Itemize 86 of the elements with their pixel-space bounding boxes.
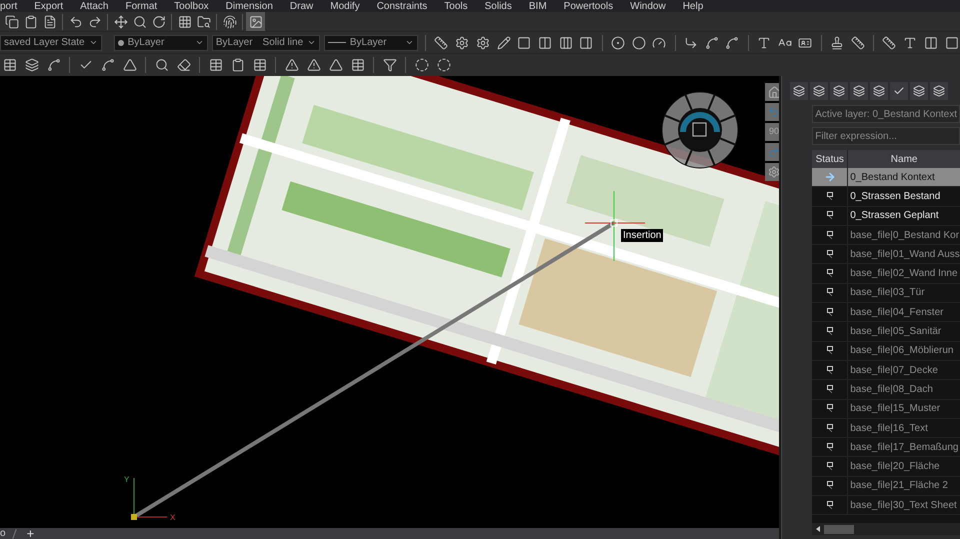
rotate-right-icon[interactable] bbox=[765, 143, 780, 161]
scroll-left-icon[interactable] bbox=[814, 526, 820, 532]
layer-name: base_file|02_Wand Inne bbox=[849, 267, 958, 282]
menu-item[interactable]: Toolbox bbox=[174, 0, 209, 12]
layer-row[interactable]: base_file|30_Text Sheet bbox=[812, 496, 960, 516]
layer-icon[interactable] bbox=[910, 82, 928, 100]
layer-row[interactable]: base_file|07_Decke bbox=[812, 360, 960, 380]
layer-row[interactable]: base_file|15_Muster bbox=[812, 400, 960, 419]
layer-name: base_file|0_Bestand Kor bbox=[849, 228, 960, 243]
menu-item[interactable]: Constraints bbox=[376, 0, 428, 12]
layer-icon[interactable] bbox=[830, 82, 848, 100]
ucs-axis-icon bbox=[131, 478, 168, 520]
caret-icon bbox=[307, 38, 316, 47]
layer-icon[interactable] bbox=[930, 82, 948, 100]
add-tab-button[interactable]: + bbox=[22, 528, 38, 538]
layer-icon[interactable] bbox=[870, 82, 888, 100]
layer-row[interactable]: base_file|08_Dach bbox=[812, 380, 960, 400]
menu-item[interactable]: Window bbox=[630, 0, 666, 12]
insertion-tooltip: Insertion bbox=[621, 229, 664, 242]
layer-name: 0_Bestand Kontext bbox=[849, 170, 935, 185]
menu-item[interactable]: Format bbox=[126, 0, 158, 12]
menu-item[interactable]: port bbox=[0, 0, 18, 12]
menu-item[interactable]: Modify bbox=[330, 0, 360, 12]
layer-name: base_file|01_Wand Auss bbox=[849, 248, 960, 262]
layer-row[interactable]: 0_Strassen Bestand bbox=[812, 187, 960, 207]
layer-name: base_file|06_Möblierun bbox=[849, 344, 954, 358]
layer-row[interactable]: base_file|17_Bemaßung bbox=[812, 438, 960, 458]
layer-icon[interactable] bbox=[790, 82, 808, 100]
layer-row[interactable]: base_file|16_Text bbox=[812, 418, 960, 438]
menu-item[interactable]: Attach bbox=[80, 0, 108, 12]
layer-name: base_file|15_Muster bbox=[849, 402, 940, 416]
color-dropdown[interactable]: ByLayer bbox=[114, 34, 208, 50]
current-layer-icon bbox=[824, 171, 836, 184]
caret-icon bbox=[194, 38, 204, 47]
layer-icon[interactable] bbox=[850, 82, 868, 100]
menu-item[interactable]: Help bbox=[682, 0, 704, 12]
layer-row[interactable]: base_file|03_Tür bbox=[812, 284, 960, 304]
layer-name: 0_Strassen Geplant bbox=[849, 209, 939, 224]
scrollbar-thumb[interactable] bbox=[824, 524, 854, 534]
menu-item[interactable]: Powertools bbox=[564, 0, 614, 12]
menu-item[interactable]: Dimension bbox=[226, 0, 273, 12]
layer-name: base_file|21_Fläche 2 bbox=[849, 479, 948, 494]
layer-name: base_file|08_Dach bbox=[849, 382, 933, 397]
rotate-left-icon[interactable] bbox=[765, 103, 780, 121]
layer-row[interactable]: 0_Strassen Geplant bbox=[812, 206, 960, 226]
layer-state-dropdown[interactable]: saved Layer State bbox=[0, 34, 102, 50]
layer-name: base_file|05_Sanitär bbox=[849, 325, 942, 340]
caret-icon bbox=[405, 38, 414, 47]
layer-name: base_file|30_Text Sheet bbox=[849, 498, 957, 513]
layer-row[interactable]: base_file|0_Bestand Kor bbox=[812, 226, 960, 246]
home-icon[interactable] bbox=[765, 83, 780, 101]
layer-name: base_file|20_Fläche bbox=[849, 460, 940, 474]
layer-row[interactable]: base_file|01_Wand Auss bbox=[812, 245, 960, 264]
layer-name: base_file|17_Bemaßung bbox=[849, 440, 958, 455]
column-header[interactable]: Name bbox=[848, 150, 960, 168]
layer-name: 0_Strassen Bestand bbox=[849, 190, 940, 204]
caret-icon bbox=[88, 38, 98, 47]
layer-row[interactable]: base_file|05_Sanitär bbox=[812, 322, 960, 342]
layer-row[interactable]: 0_Bestand Kontext bbox=[812, 168, 960, 188]
nav-wheel[interactable] bbox=[662, 92, 738, 168]
layer-name: base_file|04_Fenster bbox=[849, 306, 944, 320]
layer-row[interactable]: base_file|20_Fläche bbox=[812, 457, 960, 477]
layer-name: base_file|07_Decke bbox=[849, 364, 938, 378]
line-icon bbox=[328, 42, 346, 43]
menu-item[interactable]: Tools bbox=[444, 0, 468, 12]
check-icon[interactable] bbox=[890, 82, 908, 100]
layer-icon[interactable] bbox=[810, 82, 828, 100]
layer-row[interactable]: base_file|06_Möblierun bbox=[812, 342, 960, 361]
menu-item[interactable]: Solids bbox=[484, 0, 512, 12]
layer-row[interactable]: base_file|02_Wand Inne bbox=[812, 264, 960, 284]
menu-item[interactable]: BIM bbox=[528, 0, 547, 12]
layer-name: base_file|03_Tür bbox=[849, 286, 925, 300]
layer-name: base_file|16_Text bbox=[849, 422, 928, 436]
menu-item[interactable]: Draw bbox=[290, 0, 314, 12]
image-icon[interactable] bbox=[246, 12, 265, 31]
menu-item[interactable]: Export bbox=[34, 0, 64, 12]
layout-tab[interactable]: o bbox=[0, 528, 6, 538]
lineweight-dropdown[interactable]: ByLayer bbox=[324, 34, 418, 50]
settings-icon[interactable] bbox=[765, 163, 780, 181]
active-layer-field: Active layer: 0_Bestand Kontext bbox=[812, 105, 960, 123]
axis-label: X bbox=[170, 512, 176, 524]
layer-row[interactable]: base_file|04_Fenster bbox=[812, 303, 960, 322]
filter-field[interactable]: Filter expression... bbox=[812, 127, 960, 145]
linetype-dropdown[interactable]: ByLayer Solid line bbox=[212, 34, 320, 50]
layer-row[interactable]: base_file|21_Fläche 2 bbox=[812, 476, 960, 496]
axis-label: Y bbox=[124, 474, 130, 486]
